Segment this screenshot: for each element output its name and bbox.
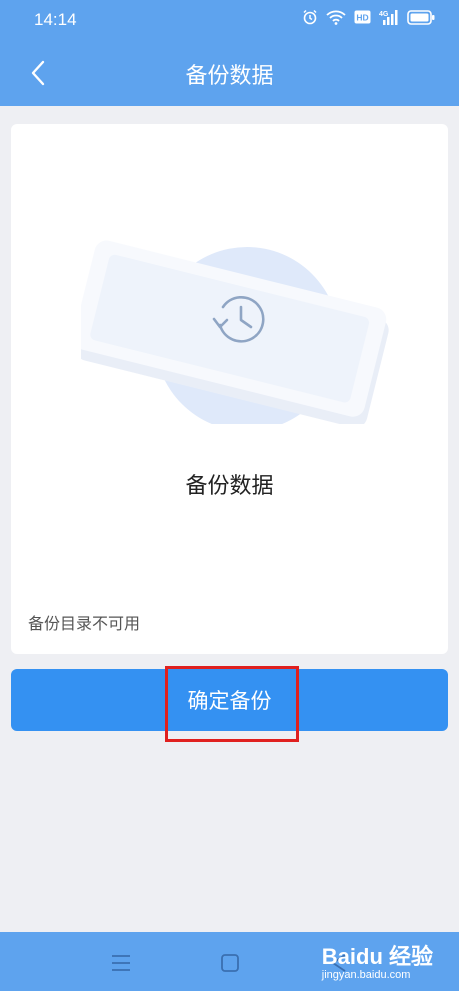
alarm-icon — [302, 9, 318, 25]
backup-directory-status: 备份目录不可用 — [28, 616, 141, 633]
4g-signal-icon: 4G — [379, 9, 399, 25]
highlight-box — [165, 666, 299, 742]
battery-icon — [407, 9, 435, 25]
svg-text:4G: 4G — [379, 11, 389, 18]
menu-icon[interactable] — [109, 951, 133, 975]
status-icons: HD 4G — [302, 9, 435, 25]
home-square-icon[interactable] — [218, 951, 242, 975]
phone-with-clock-icon — [81, 240, 389, 424]
status-time: 14:14 — [34, 10, 77, 29]
svg-text:HD: HD — [356, 13, 368, 23]
backup-card: 备份数据 备份目录不可用 — [11, 124, 448, 654]
hd-badge: HD — [354, 10, 371, 24]
watermark-url: jingyan.baidu.com — [321, 969, 411, 981]
card-heading: 备份数据 — [185, 473, 274, 498]
page-title: 备份数据 — [185, 63, 274, 88]
baidu-watermark: Baidu 经验 jingyan.baidu.com — [322, 946, 433, 982]
status-bar: 14:14 HD 4G — [0, 0, 459, 40]
wifi-icon — [326, 9, 346, 25]
app-bar: 备份数据 — [0, 40, 459, 106]
watermark-brand: Baidu 经验 — [321, 944, 433, 969]
